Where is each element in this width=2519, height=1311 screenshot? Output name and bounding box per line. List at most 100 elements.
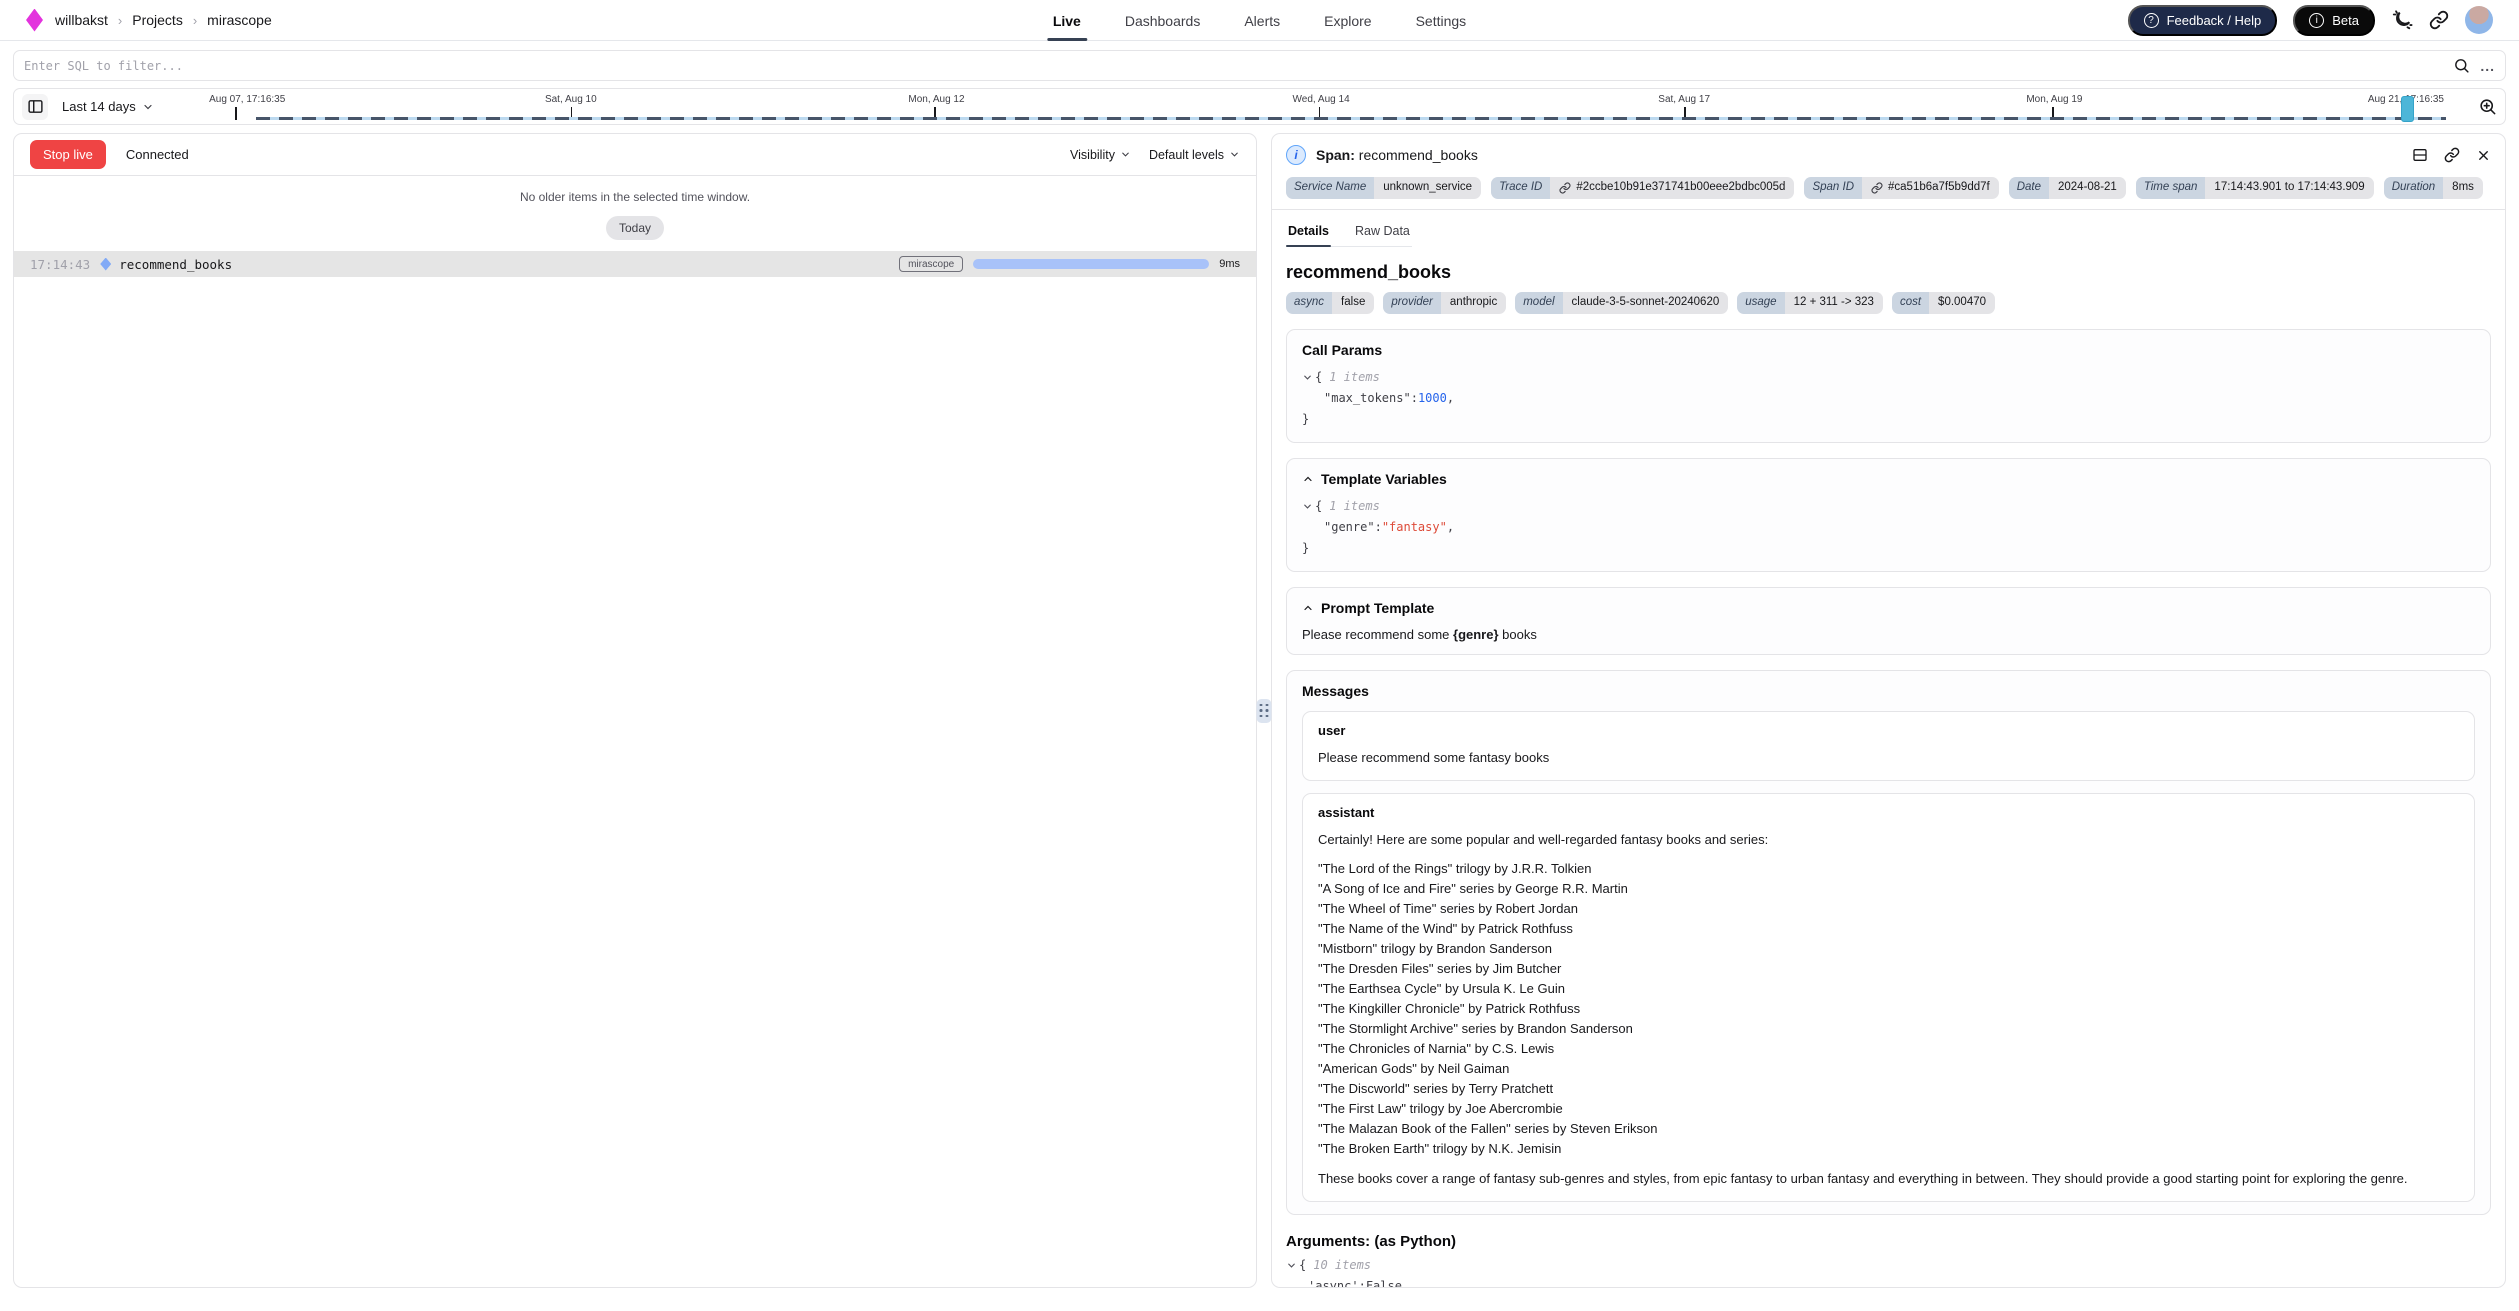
book-list-item: "American Gods" by Neil Gaiman	[1318, 1059, 2459, 1079]
book-list-item: "The Name of the Wind" by Patrick Rothfu…	[1318, 919, 2459, 939]
tab-explore[interactable]: Explore	[1324, 0, 1371, 41]
time-range-label: Last 14 days	[62, 99, 136, 114]
book-list-item: "The Lord of the Rings" trilogy by J.R.R…	[1318, 859, 2459, 879]
theme-toggle-button[interactable]	[2391, 9, 2413, 31]
template-variables-json: {1 items "genre": "fantasy", }	[1302, 496, 2475, 559]
service-name-badge: Service Nameunknown_service	[1286, 177, 1481, 199]
timeline-selection-marker[interactable]	[2401, 96, 2414, 122]
live-panel-controls: Visibility Default levels	[1070, 148, 1240, 162]
feedback-help-button[interactable]: ? Feedback / Help	[2128, 5, 2278, 36]
resize-grip-icon[interactable]	[1257, 699, 1272, 723]
template-variables-heading: Template Variables	[1321, 471, 1447, 487]
time-range-select[interactable]: Last 14 days	[58, 99, 158, 114]
book-list-item: "Mistborn" trilogy by Brandon Sanderson	[1318, 939, 2459, 959]
book-list-item: "The Chronicles of Narnia" by C.S. Lewis	[1318, 1039, 2459, 1059]
empty-window-notice: No older items in the selected time wind…	[14, 176, 1256, 204]
span-panel-header: i Span: recommend_books Service Nameunkn…	[1272, 134, 2505, 210]
template-variable-token: {genre}	[1453, 627, 1499, 642]
collapse-chevron-icon[interactable]	[1286, 1260, 1297, 1271]
tab-settings[interactable]: Settings	[1416, 0, 1467, 41]
call-params-json: {1 items "max_tokens": 1000, }	[1302, 367, 2475, 430]
default-levels-dropdown[interactable]: Default levels	[1149, 148, 1240, 162]
visibility-dropdown[interactable]: Visibility	[1070, 148, 1131, 162]
span-id-badge[interactable]: Span ID#ca51b6a7f5b9dd7f	[1804, 177, 1998, 199]
panel-resize-divider[interactable]	[1257, 133, 1271, 1288]
messages-heading: Messages	[1302, 683, 1369, 699]
share-link-button[interactable]	[2429, 10, 2449, 30]
main-nav: Live Dashboards Alerts Explore Settings	[1053, 0, 1466, 41]
sidebar-toggle-button[interactable]	[22, 94, 48, 120]
model-badge: modelclaude-3-5-sonnet-20240620	[1515, 292, 1728, 314]
chevron-down-icon	[1120, 149, 1131, 160]
time-span-badge: Time span17:14:43.901 to 17:14:43.909	[2136, 177, 2374, 199]
project-badge: mirascope	[899, 256, 963, 272]
sql-filter-bar: ...	[13, 50, 2506, 81]
breadcrumb-projects[interactable]: Projects	[132, 12, 183, 28]
assistant-message-card: assistant Certainly! Here are some popul…	[1302, 793, 2475, 1202]
book-list-item: "A Song of Ice and Fire" series by Georg…	[1318, 879, 2459, 899]
tab-dashboards[interactable]: Dashboards	[1125, 0, 1201, 41]
breadcrumb-org[interactable]: willbakst	[55, 12, 108, 28]
stop-live-button[interactable]: Stop live	[30, 140, 106, 169]
user-avatar[interactable]	[2465, 6, 2493, 34]
trace-row[interactable]: 17:14:43 recommend_books mirascope 9ms	[14, 251, 1256, 277]
book-list-item: "The Stormlight Archive" series by Brand…	[1318, 1019, 2459, 1039]
chevron-up-icon[interactable]	[1302, 473, 1314, 485]
span-heading: recommend_books	[1286, 262, 2491, 283]
timeline-tick: Mon, Aug 12	[908, 94, 964, 105]
tab-raw-data[interactable]: Raw Data	[1353, 218, 1412, 246]
book-list-item: "The Earthsea Cycle" by Ursula K. Le Gui…	[1318, 979, 2459, 999]
search-icon[interactable]	[2453, 57, 2470, 74]
user-message-card: user Please recommend some fantasy books	[1302, 711, 2475, 781]
copy-link-icon[interactable]	[2444, 147, 2460, 163]
trace-id-badge[interactable]: Trace ID#2ccbe10b91e371741b00eee2bdbc005…	[1491, 177, 1794, 199]
messages-card: Messages user Please recommend some fant…	[1286, 670, 2491, 1215]
async-badge: asyncfalse	[1286, 292, 1374, 314]
tab-live[interactable]: Live	[1053, 0, 1081, 41]
span-attribute-badges: asyncfalse provideranthropic modelclaude…	[1286, 292, 2491, 314]
span-detail-panel: i Span: recommend_books Service Nameunkn…	[1271, 133, 2506, 1288]
timeline-bar: Last 14 days Aug 07, 17:16:35 Sat, Aug 1…	[13, 88, 2506, 125]
brand: willbakst › Projects › mirascope	[26, 9, 272, 32]
main-area: Stop live Connected Visibility Default l…	[13, 133, 2506, 1288]
user-message-text: Please recommend some fantasy books	[1318, 748, 2459, 767]
chevron-right-icon: ›	[118, 13, 122, 28]
info-circle-icon: i	[2309, 13, 2324, 28]
timeline-tick: Sat, Aug 10	[545, 94, 597, 105]
call-params-heading: Call Params	[1302, 342, 1382, 358]
link-icon	[1871, 182, 1883, 194]
link-icon	[2429, 10, 2449, 30]
usage-badge: usage12 + 311 -> 323	[1737, 292, 1883, 314]
timeline-track[interactable]: Aug 07, 17:16:35 Sat, Aug 10 Mon, Aug 12…	[168, 89, 2468, 124]
book-list-item: "The Kingkiller Chronicle" by Patrick Ro…	[1318, 999, 2459, 1019]
close-icon[interactable]	[2476, 148, 2491, 163]
arguments-heading: Arguments: (as Python)	[1286, 1233, 2491, 1250]
chevron-up-icon[interactable]	[1302, 602, 1314, 614]
sql-filter-input[interactable]	[24, 59, 2443, 73]
cost-badge: cost$0.00470	[1892, 292, 1995, 314]
beta-button[interactable]: i Beta	[2293, 5, 2375, 36]
feedback-help-label: Feedback / Help	[2167, 13, 2262, 28]
arguments-python: {10 items 'async': False, 'model': 'clau…	[1286, 1255, 2491, 1288]
timeline-tick: Sat, Aug 17	[1658, 94, 1710, 105]
collapse-chevron-icon[interactable]	[1302, 372, 1313, 383]
link-icon	[1559, 182, 1571, 194]
span-diamond-icon	[100, 258, 111, 271]
prompt-template-heading: Prompt Template	[1321, 600, 1434, 616]
book-list: "The Lord of the Rings" trilogy by J.R.R…	[1318, 859, 2459, 1159]
span-panel-title: Span: recommend_books	[1316, 147, 1478, 163]
assistant-message-intro: Certainly! Here are some popular and wel…	[1318, 830, 2459, 849]
split-view-icon[interactable]	[2412, 147, 2428, 163]
tab-alerts[interactable]: Alerts	[1244, 0, 1280, 41]
span-detail-tabs: Details Raw Data	[1286, 218, 1412, 247]
zoom-in-icon	[2478, 97, 2497, 116]
span-detail-content: recommend_books asyncfalse provideranthr…	[1272, 247, 2505, 1287]
prompt-template-card: Prompt Template Please recommend some {g…	[1286, 587, 2491, 655]
breadcrumb-project[interactable]: mirascope	[207, 12, 272, 28]
collapse-chevron-icon[interactable]	[1302, 501, 1313, 512]
tab-details[interactable]: Details	[1286, 218, 1331, 246]
book-list-item: "The Dresden Files" series by Jim Butche…	[1318, 959, 2459, 979]
more-options-icon[interactable]: ...	[2480, 58, 2495, 74]
zoom-in-button[interactable]	[2478, 97, 2497, 116]
timeline-tick: Aug 07, 17:16:35	[209, 94, 285, 105]
